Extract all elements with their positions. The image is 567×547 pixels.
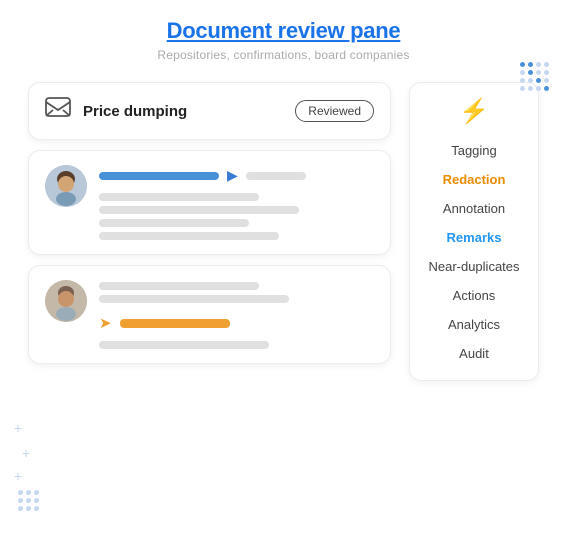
nav-item-remarks[interactable]: Remarks (418, 225, 530, 250)
decorative-dots-bl (18, 490, 39, 511)
nav-item-analytics[interactable]: Analytics (418, 312, 530, 337)
reviewed-badge: Reviewed (295, 100, 374, 122)
bar-row-1: ▶ (99, 167, 374, 184)
lightning-icon: ⚡ (459, 97, 489, 126)
avatar-1 (45, 165, 87, 207)
page-title: Document review pane (157, 18, 409, 44)
comment-card-1: ▶ (28, 150, 391, 255)
card-title: Price dumping (83, 103, 283, 120)
nav-item-annotation[interactable]: Annotation (418, 196, 530, 221)
content-bar-2-2 (99, 295, 289, 303)
content-bar-2-1 (99, 282, 259, 290)
card-top: Price dumping Reviewed (45, 97, 374, 125)
content-bars-2: ➤ (99, 280, 374, 349)
content-bar-2 (99, 193, 259, 201)
plus-icon-3: + (14, 468, 22, 484)
nav-item-actions[interactable]: Actions (418, 283, 530, 308)
right-panel: ⚡ Tagging Redaction Annotation Remarks N… (409, 82, 539, 381)
bar-row-send: ➤ (99, 314, 374, 332)
nav-item-redaction[interactable]: Redaction (418, 167, 530, 192)
plus-icon-2: + (22, 445, 30, 461)
page-wrapper: + + + Document review pane Repositories,… (0, 0, 567, 547)
cursor-icon: ▶ (227, 167, 238, 184)
content-bar-4 (99, 219, 249, 227)
decorative-dots-tr (520, 62, 549, 91)
nav-item-tagging[interactable]: Tagging (418, 138, 530, 163)
avatar-2 (45, 280, 87, 322)
envelope-icon (45, 97, 71, 125)
send-icon: ➤ (99, 314, 112, 332)
content-bar-2-3 (99, 341, 269, 349)
card-body-2: ➤ (45, 280, 374, 349)
content-bars-1: ▶ (99, 165, 374, 240)
nav-item-near-duplicates[interactable]: Near-duplicates (418, 254, 530, 279)
comment-card-2: ➤ (28, 265, 391, 364)
progress-bar-blue (99, 172, 219, 180)
content-bar-3 (99, 206, 299, 214)
bar-sm (246, 172, 306, 180)
card-body-1: ▶ (45, 165, 374, 240)
page-header: Document review pane Repositories, confi… (157, 18, 409, 62)
main-content: Price dumping Reviewed (0, 82, 567, 381)
page-subtitle: Repositories, confirmations, board compa… (157, 48, 409, 62)
price-dumping-card: Price dumping Reviewed (28, 82, 391, 140)
left-panel: Price dumping Reviewed (28, 82, 391, 381)
progress-bar-orange (120, 319, 230, 328)
plus-icon-1: + (14, 420, 22, 436)
content-bar-5 (99, 232, 279, 240)
nav-item-audit[interactable]: Audit (418, 341, 530, 366)
